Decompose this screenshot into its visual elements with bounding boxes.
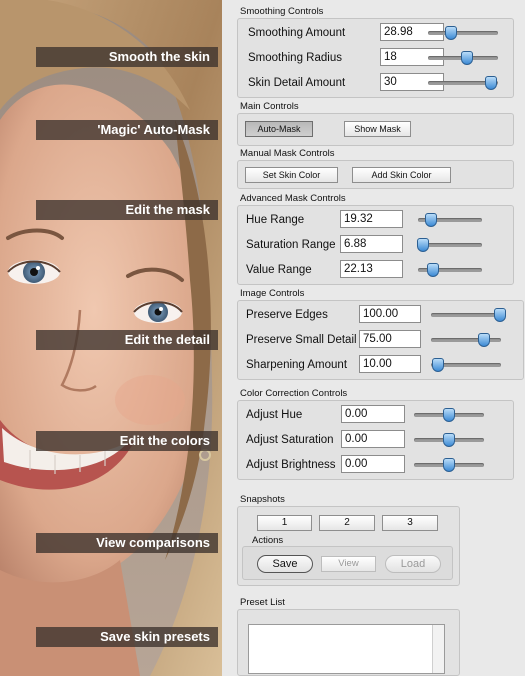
actions-group: Save View Load <box>242 546 453 580</box>
preset-list-box[interactable] <box>248 624 445 674</box>
value-range-field[interactable]: 22.13 <box>340 260 403 278</box>
slider-thumb[interactable] <box>432 358 444 372</box>
slider-thumb[interactable] <box>417 238 430 252</box>
slider-thumb[interactable] <box>485 76 497 90</box>
preset-list-scrollbar[interactable] <box>432 625 444 673</box>
sharpening-amount-slider[interactable] <box>431 358 501 372</box>
smoothing-radius-slider[interactable] <box>428 51 498 65</box>
adjust-hue-label: Adjust Hue <box>246 409 303 421</box>
callout-smooth-skin: Smooth the skin <box>36 47 218 67</box>
skin-detail-row: Skin Detail Amount 30 <box>238 73 515 93</box>
adjust-hue-row: Adjust Hue 0.00 <box>238 405 515 425</box>
save-snapshot-button[interactable]: Save <box>257 555 313 573</box>
adjust-brightness-row: Adjust Brightness 0.00 <box>238 455 515 475</box>
slider-thumb[interactable] <box>443 408 455 422</box>
manual-mask-group: Set Skin Color Add Skin Color <box>237 160 514 189</box>
adjust-saturation-field[interactable]: 0.00 <box>341 430 405 448</box>
sharpening-amount-field[interactable]: 10.00 <box>359 355 421 373</box>
smoothing-radius-label: Smoothing Radius <box>248 52 342 64</box>
value-range-slider[interactable] <box>418 263 482 277</box>
adjust-saturation-slider[interactable] <box>414 433 484 447</box>
callout-edit-mask: Edit the mask <box>36 200 218 220</box>
saturation-range-slider[interactable] <box>417 238 482 252</box>
image-controls-title: Image Controls <box>240 288 305 299</box>
load-snapshot-button[interactable]: Load <box>385 555 441 573</box>
callout-edit-colors: Edit the colors <box>36 431 218 451</box>
preserve-small-detail-slider[interactable] <box>431 333 501 347</box>
preserve-small-detail-row: Preserve Small Detail 75.00 <box>238 330 525 350</box>
saturation-range-field[interactable]: 6.88 <box>340 235 403 253</box>
hue-range-field[interactable]: 19.32 <box>340 210 403 228</box>
portrait-photo: Smooth the skin 'Magic' Auto-Mask Edit t… <box>0 0 222 676</box>
snapshot-3-button[interactable]: 3 <box>382 515 438 531</box>
snapshots-title: Snapshots <box>240 494 285 505</box>
sharpening-amount-row: Sharpening Amount 10.00 <box>238 355 525 375</box>
value-range-row: Value Range 22.13 <box>238 260 515 280</box>
callout-edit-detail: Edit the detail <box>36 330 218 350</box>
preserve-small-detail-field[interactable]: 75.00 <box>359 330 421 348</box>
preserve-edges-row: Preserve Edges 100.00 <box>238 305 525 325</box>
smoothing-amount-label: Smoothing Amount <box>248 27 346 39</box>
slider-thumb[interactable] <box>477 333 490 347</box>
skin-detail-label: Skin Detail Amount <box>248 77 346 89</box>
preset-list-group <box>237 609 460 676</box>
skin-detail-slider[interactable] <box>428 76 498 90</box>
snapshot-2-button[interactable]: 2 <box>319 515 375 531</box>
view-snapshot-button[interactable]: View <box>321 556 376 572</box>
preserve-edges-slider[interactable] <box>431 308 506 322</box>
adjust-brightness-field[interactable]: 0.00 <box>341 455 405 473</box>
main-controls-group: Auto-Mask Show Mask <box>237 113 514 146</box>
snapshot-1-button[interactable]: 1 <box>257 515 312 531</box>
slider-thumb[interactable] <box>424 213 437 227</box>
adjust-brightness-slider[interactable] <box>414 458 484 472</box>
saturation-range-label: Saturation Range <box>246 239 336 251</box>
smoothing-amount-slider[interactable] <box>428 26 498 40</box>
callout-save-presets: Save skin presets <box>36 627 218 647</box>
slider-thumb[interactable] <box>445 26 458 40</box>
adjust-brightness-label: Adjust Brightness <box>246 459 336 471</box>
control-panel: Smoothing Controls Smoothing Amount 28.9… <box>222 0 525 676</box>
auto-mask-button[interactable]: Auto-Mask <box>245 121 313 137</box>
smoothing-radius-row: Smoothing Radius 18 <box>238 48 515 68</box>
smoothing-amount-row: Smoothing Amount 28.98 <box>238 23 515 43</box>
preserve-small-detail-label: Preserve Small Detail <box>246 334 357 346</box>
image-controls-group: Preserve Edges 100.00 Preserve Small Det… <box>237 300 524 380</box>
snapshots-group: 1 2 3 Actions Save View Load <box>237 506 460 586</box>
slider-thumb[interactable] <box>443 433 455 447</box>
color-correction-group: Adjust Hue 0.00 Adjust Saturation 0.00 A… <box>237 400 514 480</box>
adjust-hue-slider[interactable] <box>414 408 484 422</box>
saturation-range-row: Saturation Range 6.88 <box>238 235 515 255</box>
value-range-label: Value Range <box>246 264 312 276</box>
add-skin-color-button[interactable]: Add Skin Color <box>352 167 451 183</box>
slider-thumb[interactable] <box>493 308 506 322</box>
preserve-edges-field[interactable]: 100.00 <box>359 305 421 323</box>
preserve-edges-label: Preserve Edges <box>246 309 328 321</box>
preset-list-title: Preset List <box>240 597 285 608</box>
callout-view-comparisons: View comparisons <box>36 533 218 553</box>
manual-mask-title: Manual Mask Controls <box>240 148 335 159</box>
hue-range-slider[interactable] <box>418 213 482 227</box>
actions-title: Actions <box>252 535 284 546</box>
hue-range-label: Hue Range <box>246 214 305 226</box>
show-mask-button[interactable]: Show Mask <box>344 121 411 137</box>
adjust-saturation-label: Adjust Saturation <box>246 434 334 446</box>
advanced-mask-group: Hue Range 19.32 Saturation Range 6.88 Va… <box>237 205 514 285</box>
slider-thumb[interactable] <box>443 458 455 472</box>
advanced-mask-title: Advanced Mask Controls <box>240 193 346 204</box>
slider-thumb[interactable] <box>426 263 439 277</box>
smoothing-controls-title: Smoothing Controls <box>240 6 324 17</box>
callout-auto-mask: 'Magic' Auto-Mask <box>36 120 218 140</box>
main-controls-title: Main Controls <box>240 101 299 112</box>
slider-thumb[interactable] <box>460 51 473 65</box>
set-skin-color-button[interactable]: Set Skin Color <box>245 167 338 183</box>
hue-range-row: Hue Range 19.32 <box>238 210 515 230</box>
adjust-saturation-row: Adjust Saturation 0.00 <box>238 430 515 450</box>
smoothing-controls-group: Smoothing Amount 28.98 Smoothing Radius … <box>237 18 514 98</box>
color-correction-title: Color Correction Controls <box>240 388 348 399</box>
adjust-hue-field[interactable]: 0.00 <box>341 405 405 423</box>
sharpening-amount-label: Sharpening Amount <box>246 359 348 371</box>
